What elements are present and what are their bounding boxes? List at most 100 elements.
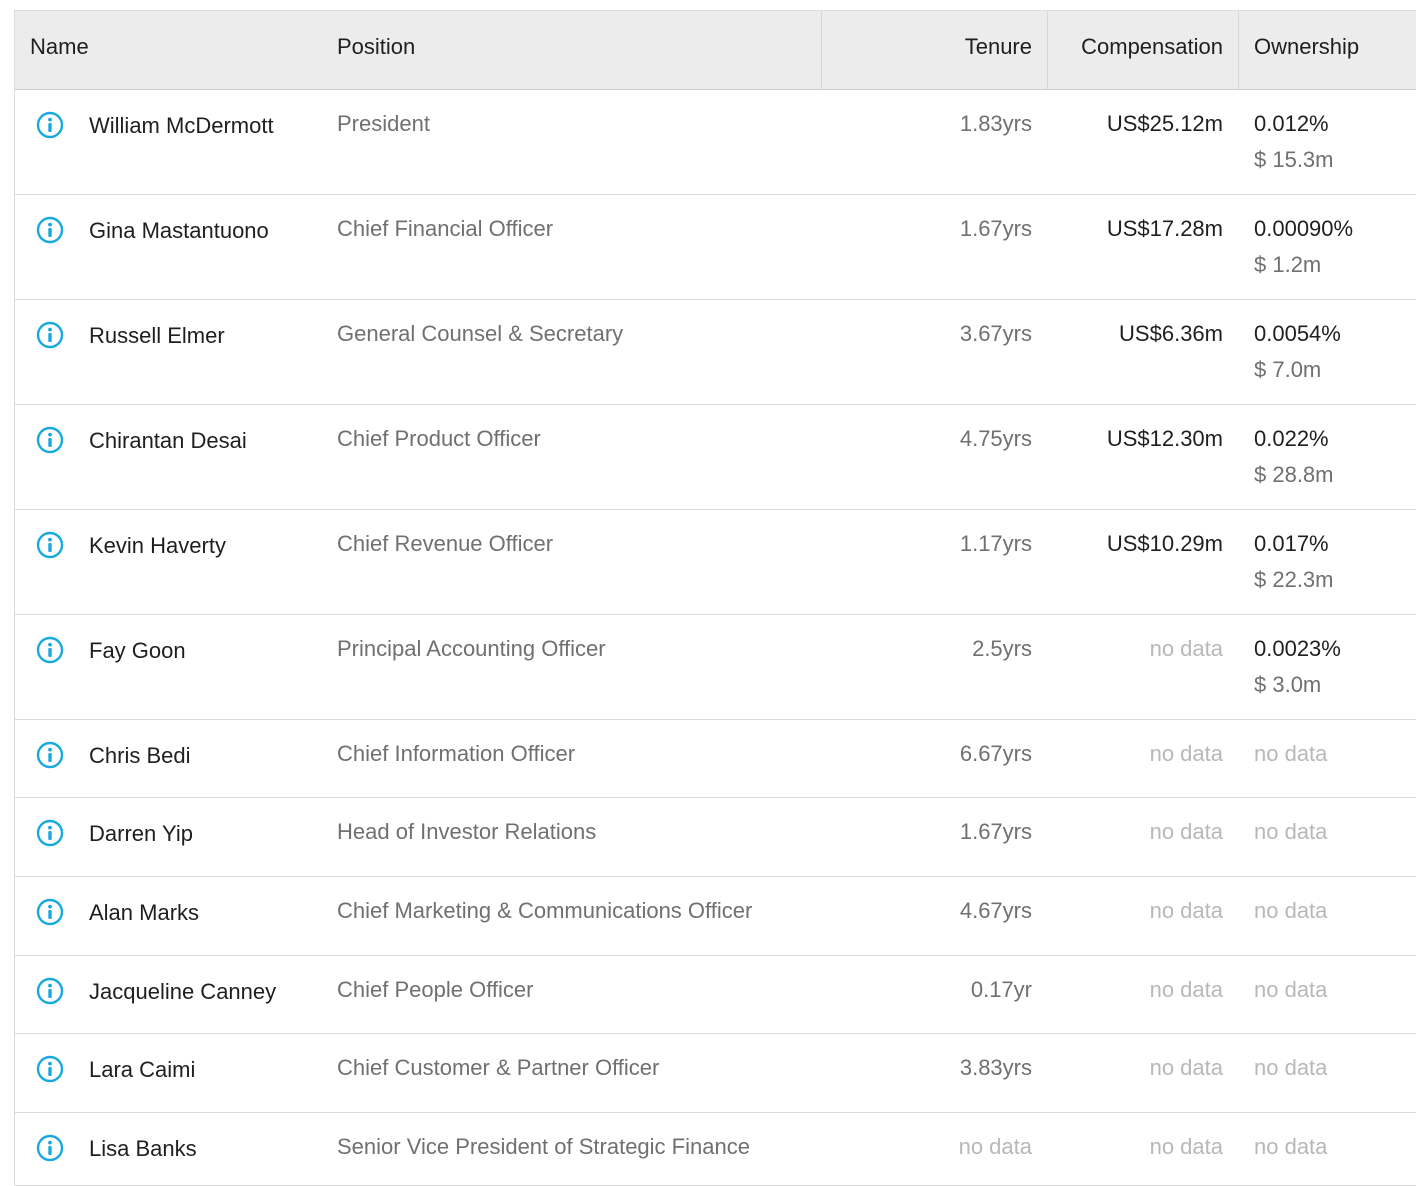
person-tenure: 1.17yrs [959,531,1032,556]
person-position: Chief Information Officer [337,741,576,766]
management-table: Name Position Tenure Compensation Owners… [14,10,1416,1186]
person-compensation: no data [1149,819,1223,844]
ownership-value: $ 1.2m [1254,252,1322,277]
header-tenure[interactable]: Tenure [965,11,1032,89]
person-compensation: no data [1149,1134,1223,1159]
ownership-percent: no data [1254,977,1328,1002]
ownership-percent: no data [1254,819,1328,844]
info-circle-icon[interactable] [36,426,64,454]
person-tenure: 4.67yrs [959,898,1032,923]
person-tenure: 3.67yrs [959,321,1032,346]
ownership-percent: 0.00090% [1254,216,1354,241]
header-position[interactable]: Position [337,11,415,89]
person-name[interactable]: Jacqueline Canney [89,979,276,1005]
ownership-percent: no data [1254,741,1328,766]
table-row[interactable]: William McDermott President 1.83yrs US$25.1… [15,90,1416,195]
person-name[interactable]: Lara Caimi [89,1057,195,1083]
table-row[interactable]: Chirantan Desai Chief Product Officer 4.75… [15,405,1416,510]
person-tenure: no data [958,1134,1032,1159]
person-name[interactable]: Kevin Haverty [89,533,226,559]
person-tenure: 1.83yrs [959,111,1032,136]
ownership-percent: 0.017% [1254,531,1329,556]
person-compensation: US$6.36m [1119,321,1223,346]
header-compensation[interactable]: Compensation [1081,11,1223,89]
ownership-percent: no data [1254,898,1328,923]
header-divider [1047,11,1048,89]
header-divider [821,11,822,89]
person-position: Chief Marketing & Communications Officer [337,898,753,923]
person-tenure: 4.75yrs [959,426,1032,451]
ownership-value: $ 7.0m [1254,357,1322,382]
ownership-value: $ 15.3m [1254,147,1334,172]
table-row[interactable]: Alan Marks Chief Marketing & Communicatio… [15,877,1416,956]
ownership-percent: 0.012% [1254,111,1329,136]
person-position: Chief Product Officer [337,426,541,451]
ownership-percent: no data [1254,1134,1328,1159]
person-position: President [337,111,430,136]
table-row[interactable]: Russell Elmer General Counsel & Secretary… [15,300,1416,405]
person-compensation: US$12.30m [1106,426,1223,451]
person-compensation: no data [1149,741,1223,766]
person-tenure: 1.67yrs [959,216,1032,241]
info-circle-icon[interactable] [36,216,64,244]
info-circle-icon[interactable] [36,531,64,559]
person-position: Chief Customer & Partner Officer [337,1055,660,1080]
ownership-value: $ 3.0m [1254,672,1322,697]
header-divider [1238,11,1239,89]
ownership-value: $ 28.8m [1254,462,1334,487]
info-circle-icon[interactable] [36,111,64,139]
person-name[interactable]: Darren Yip [89,821,193,847]
table-row[interactable]: Darren Yip Head of Investor Relations 1.67… [15,798,1416,877]
info-circle-icon[interactable] [36,898,64,926]
person-compensation: no data [1149,1055,1223,1080]
table-row[interactable]: Fay Goon Principal Accounting Officer 2.5y… [15,615,1416,720]
table-row[interactable]: Chris Bedi Chief Information Officer 6.67y… [15,720,1416,798]
person-position: Chief Financial Officer [337,216,554,241]
table-header: Name Position Tenure Compensation Owners… [15,11,1416,90]
person-position: Principal Accounting Officer [337,636,606,661]
person-compensation: US$10.29m [1106,531,1223,556]
person-position: Head of Investor Relations [337,819,597,844]
table-row[interactable]: Kevin Haverty Chief Revenue Officer 1.17yr… [15,510,1416,615]
table-row[interactable]: Gina Mastantuono Chief Financial Officer 1… [15,195,1416,300]
ownership-percent: 0.0023% [1254,636,1341,661]
info-circle-icon[interactable] [36,977,64,1005]
person-name[interactable]: Lisa Banks [89,1136,197,1162]
person-position: Senior Vice President of Strategic Finan… [337,1134,750,1159]
person-position: Chief Revenue Officer [337,531,554,556]
ownership-percent: 0.022% [1254,426,1329,451]
table-body: William McDermott President 1.83yrs US$25.1… [15,90,1416,1186]
person-tenure: 6.67yrs [959,741,1032,766]
person-name[interactable]: Chris Bedi [89,743,190,769]
header-name[interactable]: Name [30,11,89,89]
info-circle-icon[interactable] [36,819,64,847]
ownership-value: $ 22.3m [1254,567,1334,592]
info-circle-icon[interactable] [36,1055,64,1083]
person-name[interactable]: Chirantan Desai [89,428,247,454]
ownership-percent: no data [1254,1055,1328,1080]
person-compensation: US$25.12m [1106,111,1223,136]
person-position: General Counsel & Secretary [337,321,624,346]
info-circle-icon[interactable] [36,321,64,349]
info-circle-icon[interactable] [36,741,64,769]
person-position: Chief People Officer [337,977,534,1002]
person-tenure: 2.5yrs [972,636,1032,661]
person-name[interactable]: Alan Marks [89,900,199,926]
header-ownership[interactable]: Ownership [1254,11,1359,89]
info-circle-icon[interactable] [36,1134,64,1162]
person-name[interactable]: William McDermott [89,113,274,139]
person-name[interactable]: Gina Mastantuono [89,218,269,244]
person-compensation: no data [1149,636,1223,661]
person-tenure: 3.83yrs [959,1055,1032,1080]
table-row[interactable]: Lara Caimi Chief Customer & Partner Offic… [15,1034,1416,1113]
info-circle-icon[interactable] [36,636,64,664]
person-tenure: 1.67yrs [959,819,1032,844]
person-compensation: US$17.28m [1106,216,1223,241]
person-name[interactable]: Russell Elmer [89,323,225,349]
table-row[interactable]: Jacqueline Canney Chief People Officer 0.1… [15,956,1416,1034]
person-name[interactable]: Fay Goon [89,638,186,664]
ownership-percent: 0.0054% [1254,321,1341,346]
person-tenure: 0.17yr [970,977,1032,1002]
person-compensation: no data [1149,898,1223,923]
table-row[interactable]: Lisa Banks Senior Vice President of Strat… [15,1113,1416,1186]
